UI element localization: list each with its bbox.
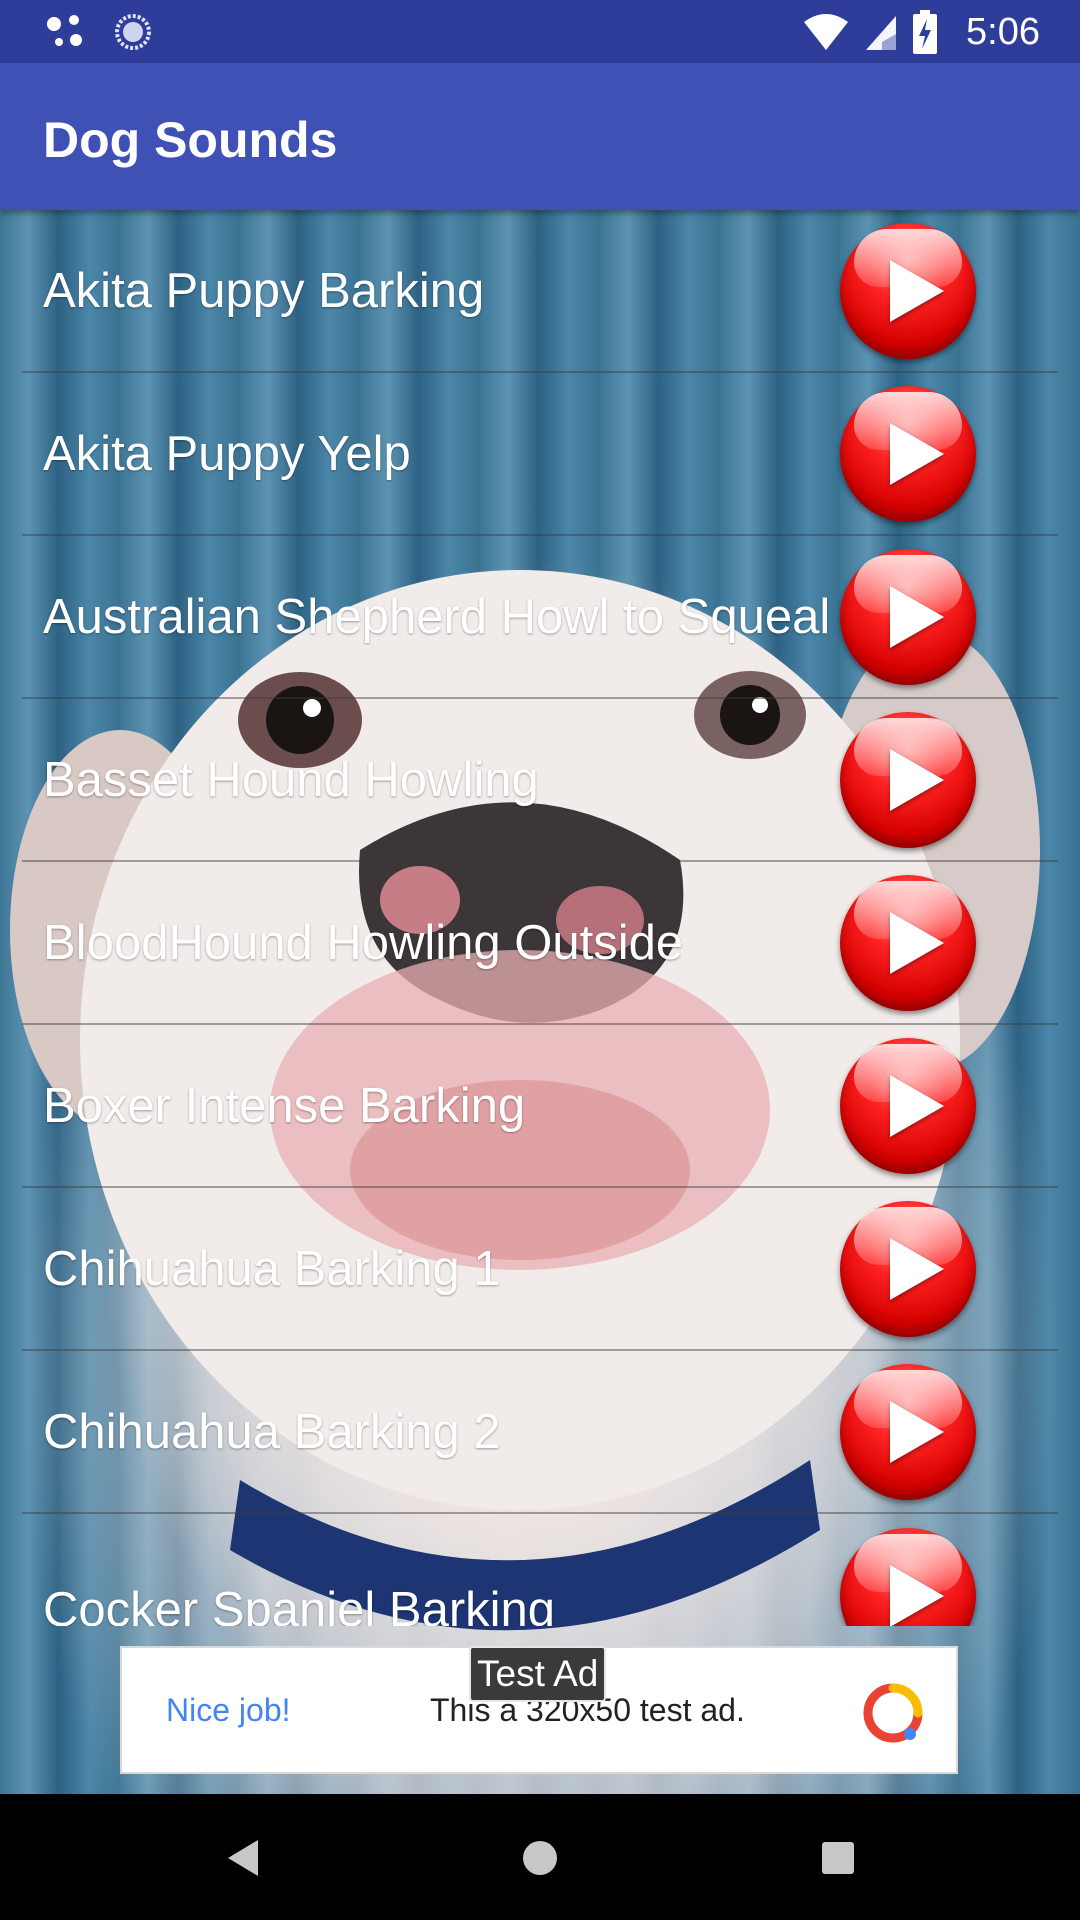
list-item[interactable]: BloodHound Howling Outside: [22, 862, 1058, 1025]
status-clock: 5:06: [966, 10, 1040, 53]
play-icon: [890, 1074, 944, 1137]
list-item[interactable]: Cocker Spaniel Barking: [22, 1514, 1058, 1626]
play-button[interactable]: [840, 385, 976, 522]
sound-label: Akita Puppy Barking: [43, 263, 485, 318]
sound-label: Akita Puppy Yelp: [43, 426, 411, 481]
play-button[interactable]: [840, 874, 976, 1011]
play-icon: [890, 1565, 944, 1626]
play-icon: [890, 911, 944, 974]
play-icon: [890, 422, 944, 485]
sound-label: Chihuahua Barking 2: [43, 1404, 501, 1459]
list-item[interactable]: Australian Shepherd Howl to Squeal: [22, 536, 1058, 699]
play-icon: [890, 585, 944, 648]
recents-icon[interactable]: [814, 1834, 862, 1882]
status-right-icons: 5:06: [802, 8, 1040, 56]
play-button[interactable]: [840, 1037, 976, 1174]
test-ad-tag: Test Ad: [469, 1646, 607, 1702]
app-bar: Dog Sounds: [0, 63, 1080, 210]
play-icon: [890, 1400, 944, 1463]
status-left-icons: [46, 12, 152, 52]
wifi-icon: [804, 14, 849, 50]
content-area: Akita Puppy Barking Akita Puppy Yelp Aus…: [0, 210, 1080, 1794]
status-bar: 5:06: [0, 0, 1080, 63]
list-item[interactable]: Chihuahua Barking 2: [22, 1351, 1058, 1514]
system-nav-bar: [0, 1794, 1080, 1920]
play-icon: [890, 259, 944, 322]
list-item[interactable]: Akita Puppy Barking: [22, 210, 1058, 373]
ad-logo-icon: [863, 1683, 923, 1743]
cell-signal-icon: [866, 16, 897, 50]
sound-label: Basset Hound Howling: [43, 752, 539, 807]
list-item[interactable]: Boxer Intense Barking: [22, 1025, 1058, 1188]
play-button[interactable]: [840, 222, 976, 359]
play-button[interactable]: [840, 548, 976, 685]
play-icon: [890, 748, 944, 811]
assistant-dots-icon: [47, 15, 82, 46]
sound-list: Akita Puppy Barking Akita Puppy Yelp Aus…: [0, 210, 1080, 1626]
play-icon: [890, 1237, 944, 1300]
sound-label: Cocker Spaniel Barking: [43, 1583, 556, 1626]
play-button[interactable]: [840, 711, 976, 848]
sound-label: Australian Shepherd Howl to Squeal: [43, 589, 831, 644]
play-button[interactable]: [840, 1528, 976, 1626]
ad-headline: Nice job!: [166, 1692, 291, 1728]
sound-label: Chihuahua Barking 1: [43, 1241, 501, 1296]
back-icon[interactable]: [222, 1834, 270, 1882]
app-title: Dog Sounds: [43, 112, 338, 168]
sound-label: Boxer Intense Barking: [43, 1078, 526, 1133]
list-item[interactable]: Basset Hound Howling: [22, 699, 1058, 862]
home-icon[interactable]: [516, 1834, 564, 1882]
play-button[interactable]: [840, 1200, 976, 1337]
sync-circle-icon: [115, 14, 151, 50]
list-item[interactable]: Akita Puppy Yelp: [22, 373, 1058, 536]
battery-charging-icon: [913, 10, 938, 54]
list-item[interactable]: Chihuahua Barking 1: [22, 1188, 1058, 1351]
sound-label: BloodHound Howling Outside: [43, 915, 684, 970]
play-button[interactable]: [840, 1363, 976, 1500]
